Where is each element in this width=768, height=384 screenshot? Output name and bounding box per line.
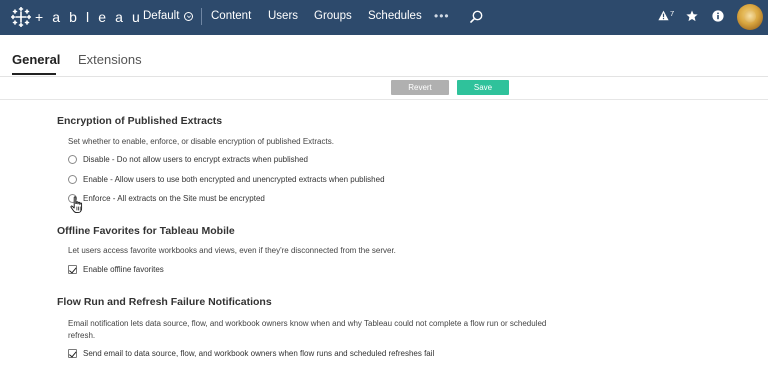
info-icon[interactable] bbox=[712, 10, 724, 22]
radio-disable[interactable] bbox=[68, 155, 77, 164]
avatar[interactable] bbox=[737, 4, 763, 30]
offline-favorites-section-title: Offline Favorites for Tableau Mobile bbox=[57, 225, 235, 237]
nav-groups[interactable]: Groups bbox=[314, 10, 352, 22]
save-button[interactable]: Save bbox=[457, 80, 509, 95]
alert-icon bbox=[658, 10, 669, 21]
encryption-section-title: Encryption of Published Extracts bbox=[57, 115, 223, 127]
encryption-option-disable[interactable]: Disable - Do not allow users to encrypt … bbox=[68, 155, 308, 164]
nav-schedules[interactable]: Schedules bbox=[368, 10, 422, 22]
encryption-description: Set whether to enable, enforce, or disab… bbox=[68, 137, 334, 146]
encryption-option-enforce[interactable]: Enforce - All extracts on the Site must … bbox=[68, 194, 265, 203]
tab-extensions[interactable]: Extensions bbox=[78, 52, 142, 67]
radio-enable-label: Enable - Allow users to use both encrypt… bbox=[83, 175, 385, 184]
flow-notifications-description-line1: Email notification lets data source, flo… bbox=[68, 319, 547, 328]
tabs-divider bbox=[0, 76, 768, 77]
flow-notifications-section-title: Flow Run and Refresh Failure Notificatio… bbox=[57, 296, 272, 308]
flow-notifications-checkbox[interactable] bbox=[68, 349, 77, 358]
flow-notifications-option[interactable]: Send email to data source, flow, and wor… bbox=[68, 349, 434, 358]
chevron-down-icon bbox=[184, 11, 194, 21]
radio-disable-label: Disable - Do not allow users to encrypt … bbox=[83, 155, 308, 164]
tableau-logo-icon bbox=[11, 7, 31, 27]
nav-divider bbox=[201, 8, 202, 25]
actions-divider bbox=[0, 99, 768, 100]
tab-general[interactable]: General bbox=[12, 52, 60, 67]
logo-wordmark: + a b l e a u bbox=[35, 9, 143, 25]
offline-favorites-label: Enable offline favorites bbox=[83, 265, 164, 274]
tableau-logo[interactable]: + a b l e a u bbox=[11, 7, 142, 27]
offline-favorites-checkbox[interactable] bbox=[68, 265, 77, 274]
top-nav-bar: + a b l e a u Default Content Users Grou… bbox=[0, 0, 768, 35]
search-icon[interactable] bbox=[470, 10, 483, 23]
active-tab-indicator bbox=[12, 73, 56, 75]
star-icon[interactable] bbox=[686, 10, 698, 22]
nav-content[interactable]: Content bbox=[211, 10, 251, 22]
offline-favorites-option[interactable]: Enable offline favorites bbox=[68, 265, 164, 274]
settings-tabs: General Extensions bbox=[0, 35, 768, 77]
flow-notifications-description-line2: refresh. bbox=[68, 331, 96, 340]
encryption-option-enable[interactable]: Enable - Allow users to use both encrypt… bbox=[68, 175, 385, 184]
site-selector-label: Default bbox=[143, 10, 180, 22]
site-selector[interactable]: Default bbox=[143, 10, 194, 22]
hand-cursor-icon bbox=[70, 196, 83, 214]
offline-favorites-description: Let users access favorite workbooks and … bbox=[68, 246, 396, 255]
radio-enforce-label: Enforce - All extracts on the Site must … bbox=[83, 194, 265, 203]
alert-count-badge: 7 bbox=[670, 9, 675, 18]
flow-notifications-label: Send email to data source, flow, and wor… bbox=[83, 349, 435, 358]
alerts-button[interactable]: 7 bbox=[658, 9, 675, 21]
radio-enable[interactable] bbox=[68, 175, 77, 184]
nav-users[interactable]: Users bbox=[268, 10, 298, 22]
more-menu-button[interactable]: ••• bbox=[434, 9, 450, 23]
revert-button[interactable]: Revert bbox=[391, 80, 449, 95]
